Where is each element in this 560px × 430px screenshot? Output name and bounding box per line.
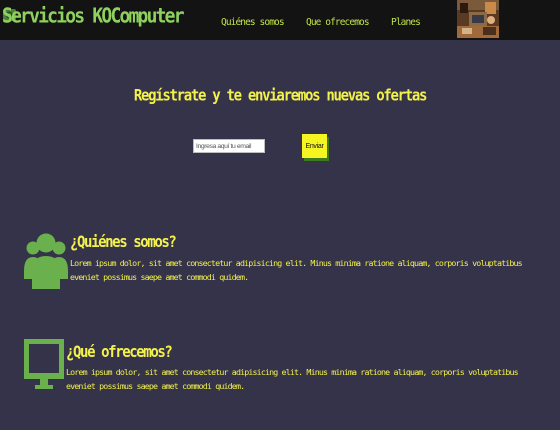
send-button[interactable]: Enviar	[302, 134, 327, 158]
brand-title[interactable]: Servicios KOComputer	[2, 4, 185, 28]
section-text-quienes-somos: Lorem ipsum dolor, sit amet consectetur …	[70, 258, 523, 282]
section-title-quienes-somos: ¿Quiénes somos?	[70, 233, 177, 252]
monitor-icon	[24, 339, 64, 389]
nav-link-quienes-somos[interactable]: Quiénes somos	[221, 17, 285, 28]
header-bar: Servicios KOComputer Quiénes somos Que o…	[0, 0, 560, 40]
nav-link-planes[interactable]: Planes	[391, 17, 421, 28]
workbench-photo	[457, 0, 499, 38]
section-title-que-ofrecemos: ¿Qué ofrecemos?	[66, 343, 173, 362]
nav-link-que-ofrecemos[interactable]: Que ofrecemos	[306, 17, 370, 28]
email-input[interactable]	[193, 139, 265, 153]
section-text-que-ofrecemos: Lorem ipsum dolor, sit amet consectetur …	[66, 367, 519, 391]
users-icon	[24, 233, 68, 289]
page: Servicios KOComputer Quiénes somos Que o…	[0, 0, 560, 430]
signup-heading: Regístrate y te enviaremos nuevas oferta…	[133, 86, 428, 106]
